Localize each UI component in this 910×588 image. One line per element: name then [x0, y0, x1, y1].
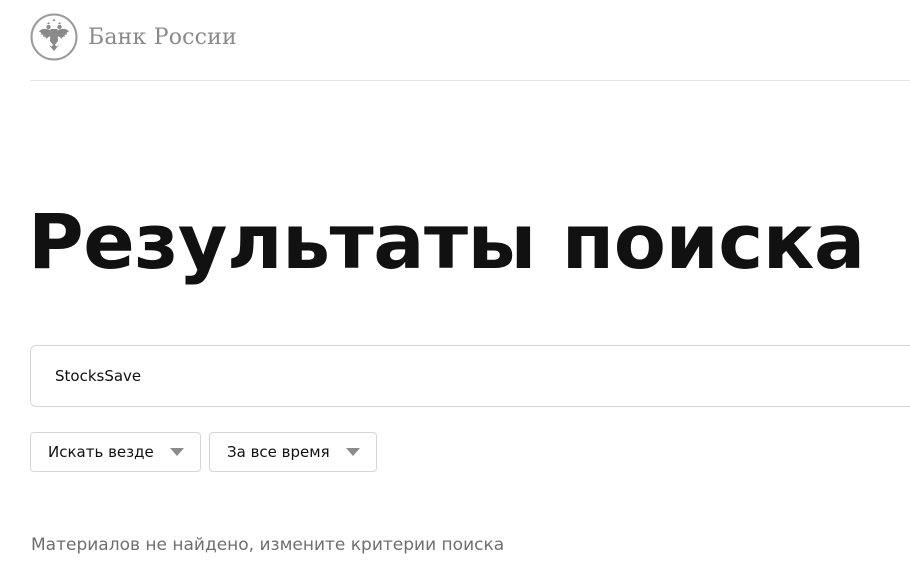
bank-logo-link[interactable]: Банк России	[30, 13, 237, 61]
page: Банк России Результаты поиска Искать вез…	[0, 0, 910, 588]
period-dropdown-label: За все время	[227, 443, 330, 461]
site-header: Банк России	[30, 0, 910, 81]
search-box[interactable]	[30, 345, 910, 407]
no-results-message: Материалов не найдено, измените критерии…	[31, 535, 505, 555]
page-title: Результаты поиска	[28, 197, 865, 286]
period-dropdown[interactable]: За все время	[209, 432, 377, 472]
bank-name: Банк России	[88, 24, 237, 50]
chevron-down-icon	[170, 448, 184, 456]
scope-dropdown-label: Искать везде	[48, 443, 154, 461]
scope-dropdown[interactable]: Искать везде	[30, 432, 201, 472]
search-input[interactable]	[55, 346, 895, 406]
chevron-down-icon	[346, 448, 360, 456]
double-headed-eagle-icon	[30, 13, 78, 61]
